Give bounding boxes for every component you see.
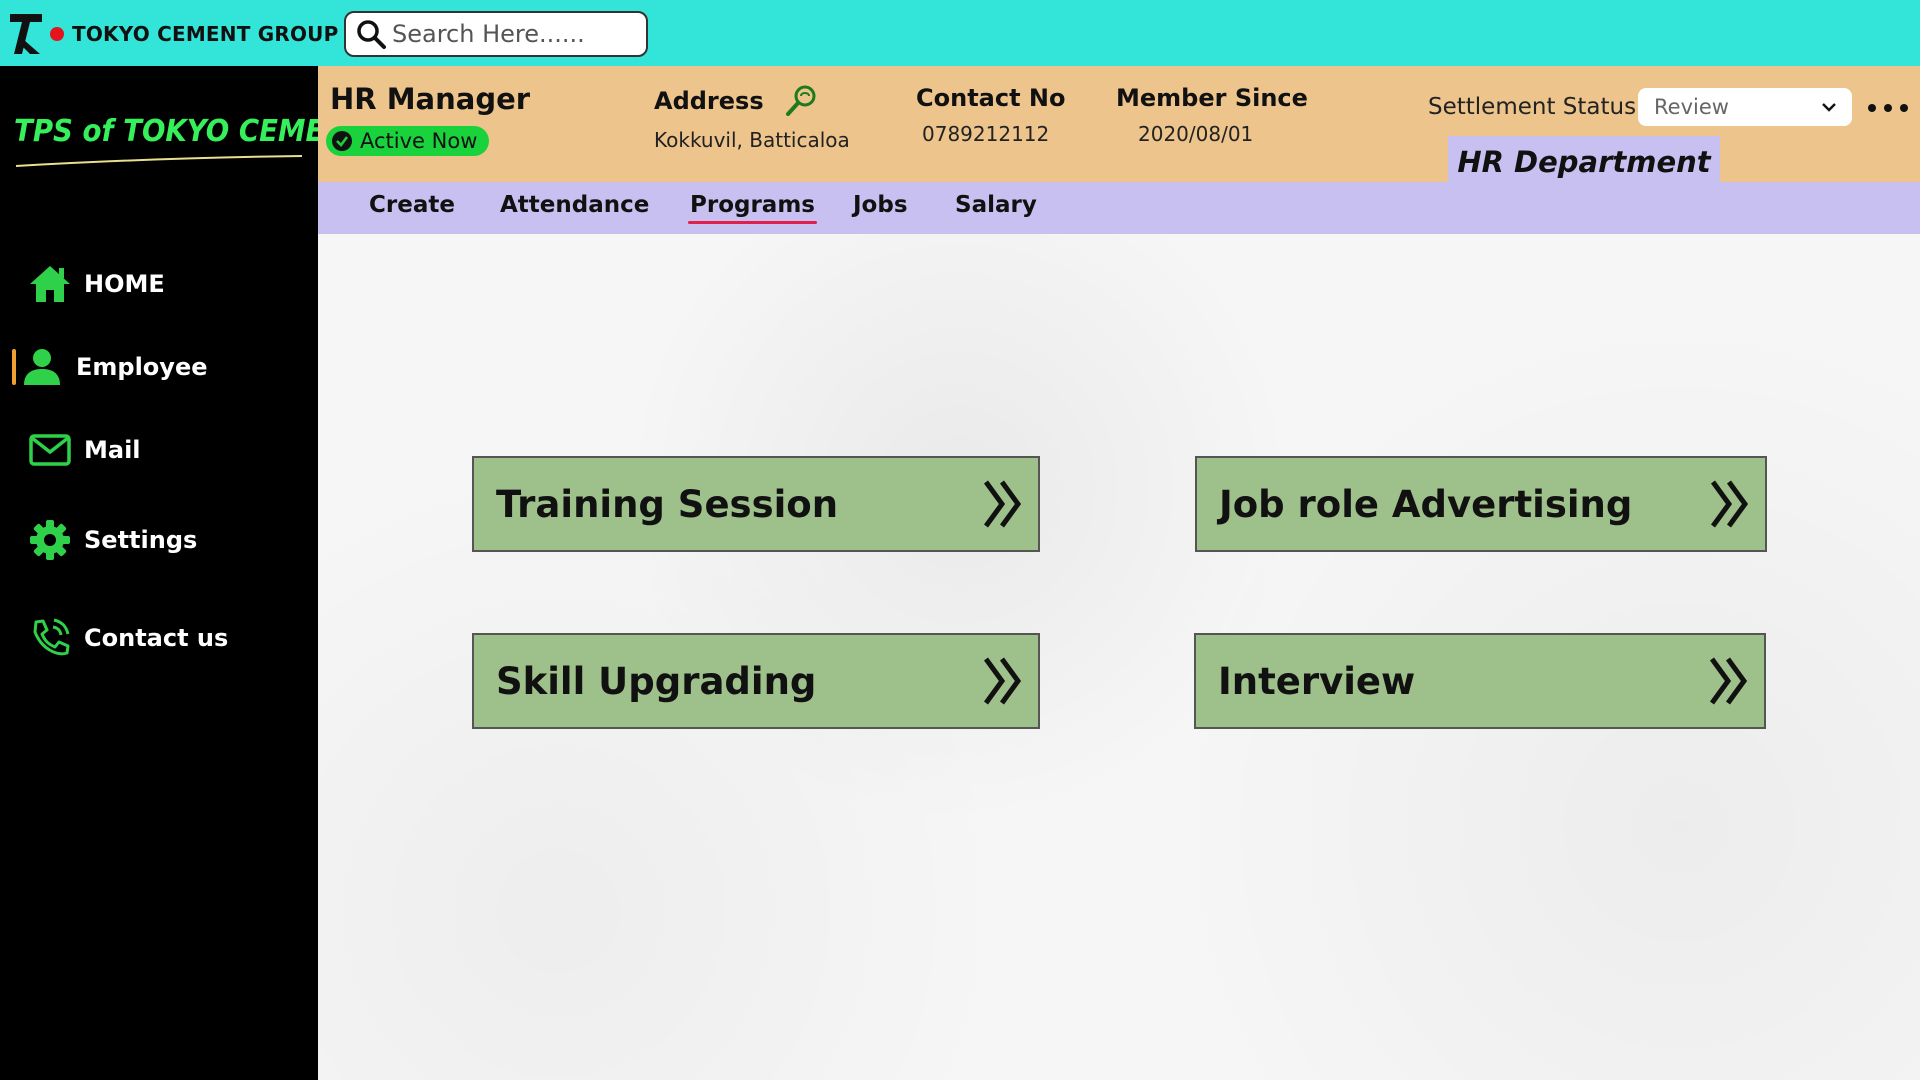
chevron-down-icon xyxy=(1822,103,1836,112)
member-since-label: Member Since xyxy=(1116,84,1308,112)
member-since-value: 2020/08/01 xyxy=(1138,122,1254,146)
card-label: Interview xyxy=(1218,659,1416,703)
contact-block: Contact No 0789212112 xyxy=(916,84,1065,146)
phone-icon xyxy=(33,618,70,656)
sidebar-item-label: Contact us xyxy=(84,624,229,652)
job-role-advertising-card[interactable]: Job role Advertising xyxy=(1195,456,1767,552)
more-dot-icon xyxy=(1900,104,1908,112)
location-search-icon[interactable] xyxy=(784,84,818,118)
settlement-status-value: Review xyxy=(1654,95,1729,119)
sidebar-item-contact[interactable]: Contact us xyxy=(0,610,318,666)
double-chevron-right-icon xyxy=(983,657,1022,705)
sidebar-item-employee[interactable]: Employee xyxy=(0,339,318,395)
mail-icon xyxy=(29,434,71,466)
tab-create[interactable]: Create xyxy=(369,192,455,218)
tabs-bar: Create Attendance Programs Jobs Salary xyxy=(318,182,1920,234)
sidebar-item-label: Mail xyxy=(84,436,141,464)
tab-jobs[interactable]: Jobs xyxy=(853,192,908,218)
department-tab: HR Department xyxy=(1448,136,1720,188)
sidebar-title: TPS of TOKYO CEMENT xyxy=(14,114,367,149)
address-value: Kokkuvil, Batticaloa xyxy=(654,128,850,152)
tab-salary[interactable]: Salary xyxy=(955,192,1037,218)
sidebar-item-label: HOME xyxy=(84,270,165,298)
card-label: Skill Upgrading xyxy=(496,659,817,703)
tab-programs[interactable]: Programs xyxy=(688,192,817,224)
check-circle-icon xyxy=(332,131,352,151)
sidebar-title-underline xyxy=(15,155,303,167)
search-icon xyxy=(357,20,386,49)
role-title: HR Manager xyxy=(330,82,531,116)
sidebar-item-mail[interactable]: Mail xyxy=(0,422,318,478)
tab-attendance[interactable]: Attendance xyxy=(500,192,649,218)
double-chevron-right-icon xyxy=(983,480,1022,528)
brand[interactable]: TOKYO CEMENT GROUP xyxy=(10,12,338,56)
training-session-card[interactable]: Training Session xyxy=(472,456,1040,552)
tokyo-logo-icon xyxy=(10,14,42,54)
card-label: Training Session xyxy=(496,482,839,526)
address-block: Address Kokkuvil, Batticaloa xyxy=(654,84,850,152)
gear-icon xyxy=(30,520,70,560)
address-label: Address xyxy=(654,87,764,115)
contact-label: Contact No xyxy=(916,84,1066,112)
sidebar: TPS of TOKYO CEMENT HOME Employee Mail S… xyxy=(0,66,367,1080)
more-dot-icon xyxy=(1884,104,1892,112)
brand-name: TOKYO CEMENT GROUP xyxy=(72,22,339,46)
brand-red-dot xyxy=(50,27,64,41)
status-badge: Active Now xyxy=(326,126,490,156)
top-bar: TOKYO CEMENT GROUP xyxy=(0,0,1920,66)
home-icon xyxy=(30,266,70,302)
main-content: Training Session Job role Advertising Sk… xyxy=(318,234,1920,1080)
skill-upgrading-card[interactable]: Skill Upgrading xyxy=(472,633,1040,729)
settlement-status-label: Settlement Status xyxy=(1428,94,1637,120)
sidebar-item-label: Settings xyxy=(84,526,198,554)
interview-card[interactable]: Interview xyxy=(1194,633,1766,729)
user-icon xyxy=(24,349,60,385)
double-chevron-right-icon xyxy=(1709,657,1748,705)
search-box[interactable] xyxy=(344,11,648,57)
member-since-block: Member Since 2020/08/01 xyxy=(1116,84,1308,146)
settlement-status-select[interactable]: Review xyxy=(1638,88,1852,126)
sidebar-item-settings[interactable]: Settings xyxy=(0,512,318,568)
department-label: HR Department xyxy=(1457,145,1711,179)
sidebar-item-label: Employee xyxy=(76,353,208,381)
status-text: Active Now xyxy=(360,129,478,153)
double-chevron-right-icon xyxy=(1710,480,1749,528)
more-options-button[interactable] xyxy=(1868,96,1908,120)
search-input[interactable] xyxy=(392,20,632,48)
contact-value: 0789212112 xyxy=(922,122,1050,146)
more-dot-icon xyxy=(1868,104,1876,112)
card-label: Job role Advertising xyxy=(1219,482,1633,526)
sidebar-item-home[interactable]: HOME xyxy=(0,256,318,312)
